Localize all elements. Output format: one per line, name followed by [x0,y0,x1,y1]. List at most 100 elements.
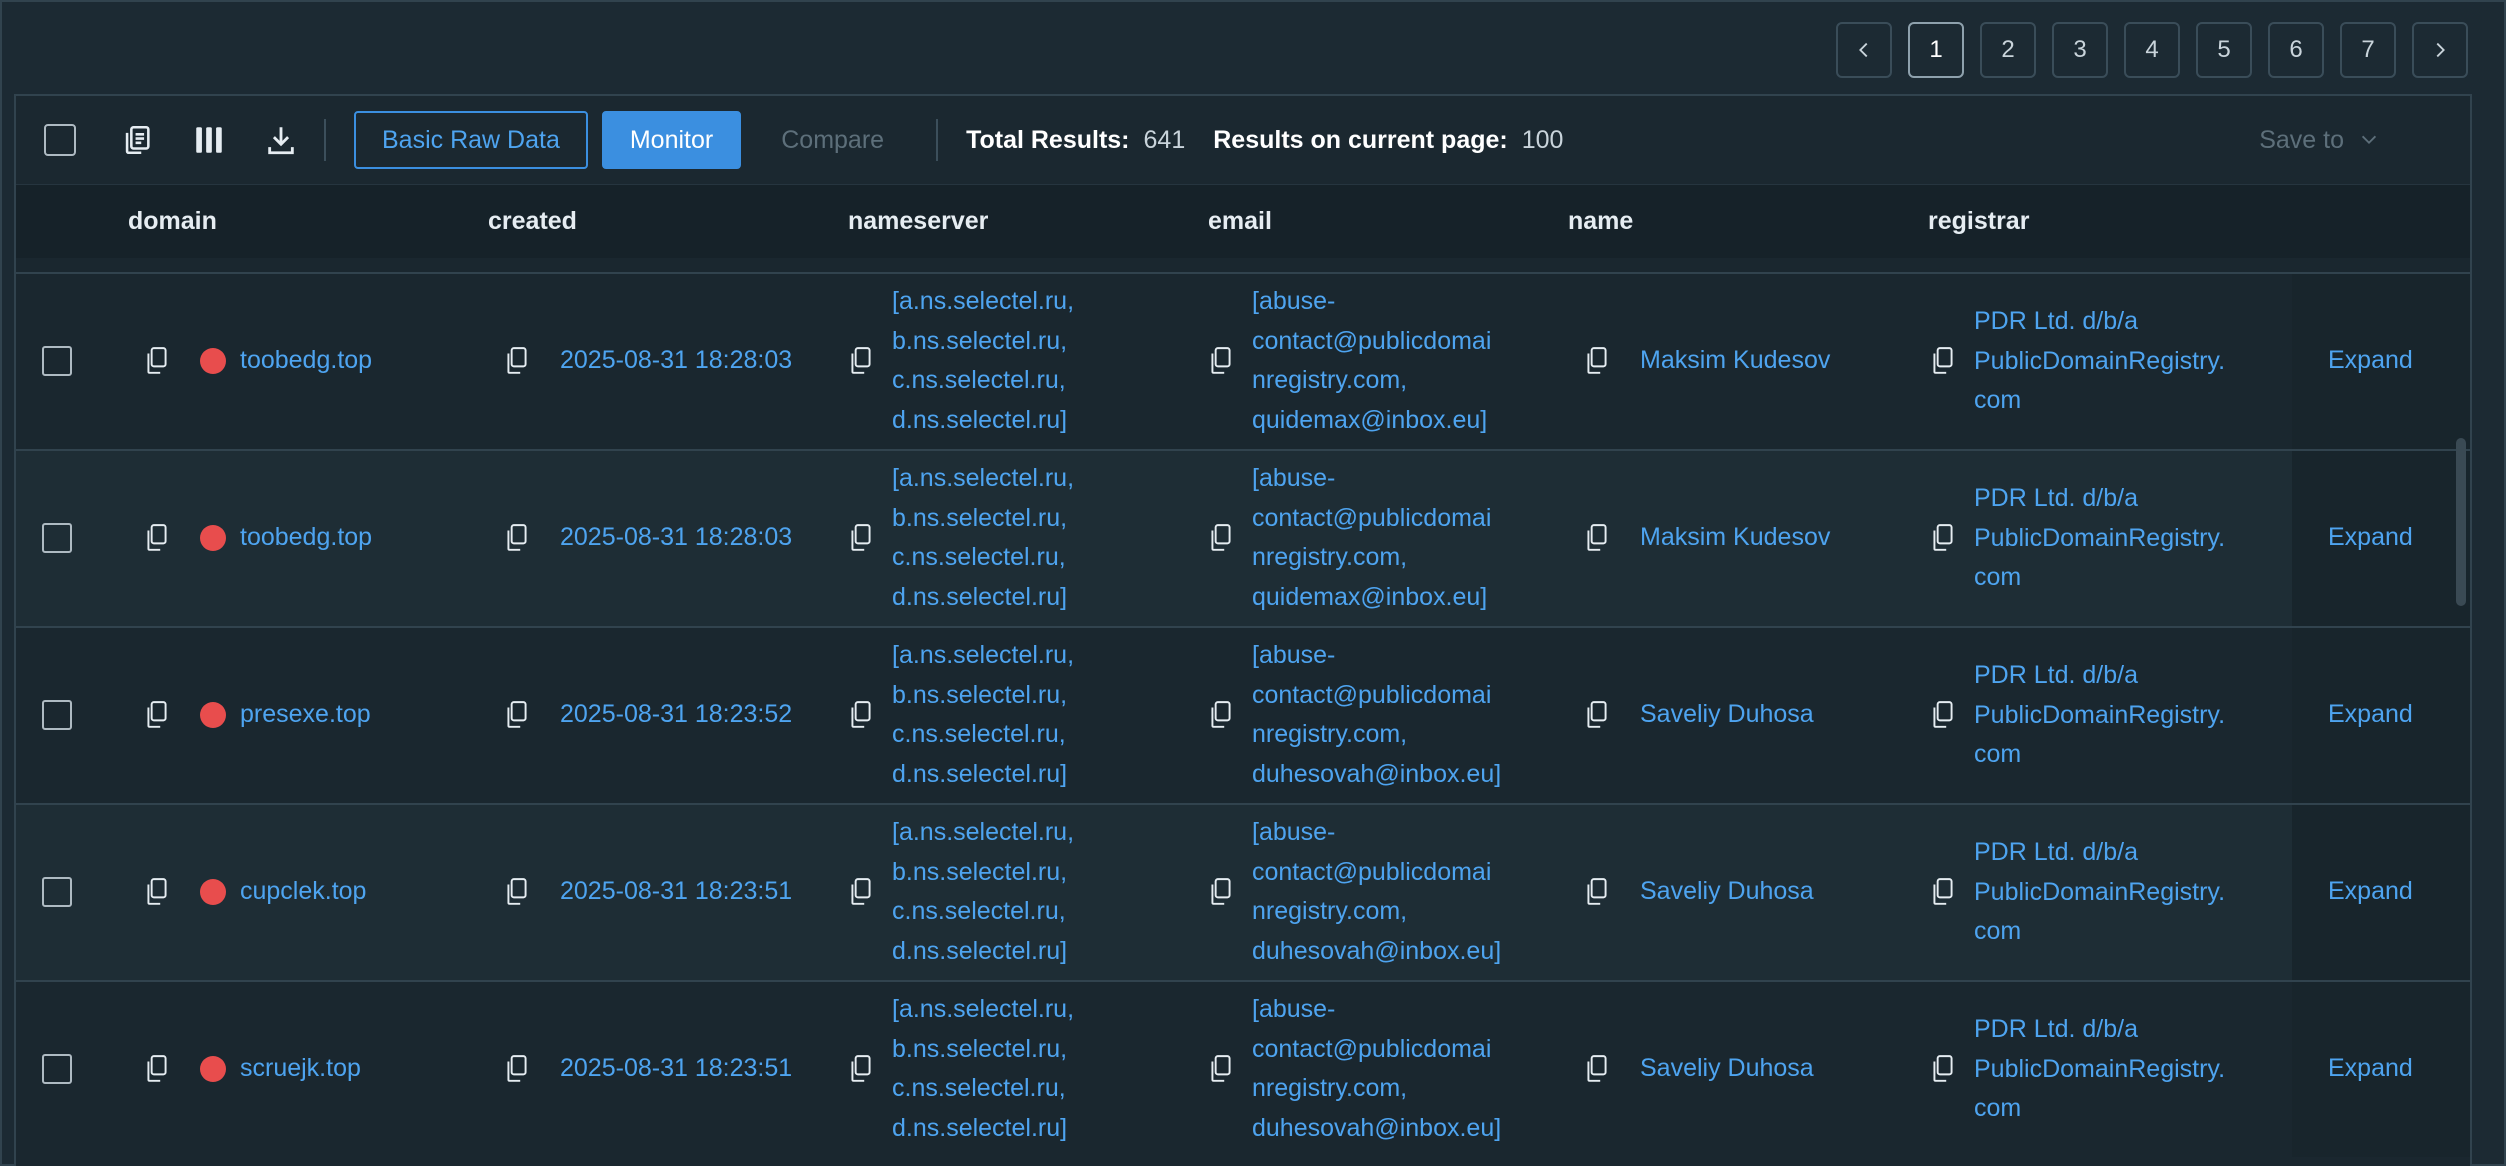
email-line: duhesovah@inbox.eu] [1252,936,1502,965]
page-button-2[interactable]: 2 [1980,22,2036,78]
nameserver-value[interactable]: [a.ns.selectel.ru, b.ns.selectel.ru, c.ns.… [892,282,1074,440]
compare-button[interactable]: Compare [755,111,910,169]
domain-link[interactable]: toobedg.top [240,341,372,381]
copy-registrar-button[interactable] [1930,346,1956,376]
name-value[interactable]: Saveliy Duhosa [1640,872,1814,912]
registrar-line: com [1974,1094,2022,1122]
page-button-4[interactable]: 4 [2124,22,2180,78]
copy-domain-button[interactable] [144,523,170,553]
domain-link[interactable]: scruejk.top [240,1049,361,1089]
name-value[interactable]: Maksim Kudesov [1640,518,1830,558]
created-value[interactable]: 2025-08-31 18:23:52 [560,695,792,735]
vertical-scrollbar[interactable] [2454,272,2466,1166]
copy-email-button[interactable] [1208,700,1234,730]
copy-name-button[interactable] [1584,877,1610,907]
scrollbar-thumb[interactable] [2456,438,2466,606]
column-header-registrar[interactable]: registrar [1928,207,2029,236]
registrar-line: com [1974,386,2022,414]
copy-nameserver-button[interactable] [848,877,874,907]
copy-domain-button[interactable] [144,700,170,730]
copy-domain-button[interactable] [144,1054,170,1084]
select-all-checkbox[interactable] [44,124,76,156]
row-checkbox[interactable] [42,700,72,730]
copy-registrar-button[interactable] [1930,877,1956,907]
copy-nameserver-button[interactable] [848,700,874,730]
page-button-6[interactable]: 6 [2268,22,2324,78]
copy-registrar-button[interactable] [1930,523,1956,553]
email-value[interactable]: [abuse-contact@publicdomai nregistry.com,… [1252,813,1501,971]
email-line: quidemax@inbox.eu] [1252,405,1488,434]
registrar-value[interactable]: PDR Ltd. d/b/a PublicDomainRegistry. com [1974,656,2225,775]
registrar-value[interactable]: PDR Ltd. d/b/a PublicDomainRegistry. com [1974,302,2225,421]
copy-nameserver-button[interactable] [848,346,874,376]
save-to-dropdown[interactable]: Save to [2259,96,2380,184]
email-value[interactable]: [abuse-contact@publicdomai nregistry.com,… [1252,636,1501,794]
expand-button[interactable]: Expand [2328,518,2413,558]
column-header-email[interactable]: email [1208,207,1272,236]
registrar-value[interactable]: PDR Ltd. d/b/a PublicDomainRegistry. com [1974,833,2225,952]
copy-email-button[interactable] [1208,523,1234,553]
download-button[interactable] [264,123,298,157]
copy-created-button[interactable] [504,700,530,730]
domain-link[interactable]: toobedg.top [240,518,372,558]
row-checkbox[interactable] [42,346,72,376]
nameserver-value[interactable]: [a.ns.selectel.ru, b.ns.selectel.ru, c.ns.… [892,990,1074,1148]
copy-registrar-button[interactable] [1930,1054,1956,1084]
registrar-value[interactable]: PDR Ltd. d/b/a PublicDomainRegistry. com [1974,479,2225,598]
copy-created-button[interactable] [504,1054,530,1084]
expand-button[interactable]: Expand [2328,1049,2413,1089]
column-header-name[interactable]: name [1568,207,1633,236]
copy-created-button[interactable] [504,523,530,553]
created-value[interactable]: 2025-08-31 18:28:03 [560,518,792,558]
nameserver-value[interactable]: [a.ns.selectel.ru, b.ns.selectel.ru, c.ns.… [892,459,1074,617]
nameserver-value[interactable]: [a.ns.selectel.ru, b.ns.selectel.ru, c.ns.… [892,813,1074,971]
created-value[interactable]: 2025-08-31 18:28:03 [560,341,792,381]
registrar-value[interactable]: PDR Ltd. d/b/a PublicDomainRegistry. com [1974,1010,2225,1129]
row-checkbox[interactable] [42,1054,72,1084]
nameserver-value[interactable]: [a.ns.selectel.ru, b.ns.selectel.ru, c.ns.… [892,636,1074,794]
copy-all-button[interactable] [120,123,154,157]
copy-domain-button[interactable] [144,346,170,376]
domain-link[interactable]: cupclek.top [240,872,366,912]
nameserver-line: [a.ns.selectel.ru, [892,287,1075,315]
copy-created-button[interactable] [504,346,530,376]
column-header-domain[interactable]: domain [128,207,217,236]
email-value[interactable]: [abuse-contact@publicdomai nregistry.com,… [1252,459,1491,617]
copy-name-button[interactable] [1584,700,1610,730]
expand-button[interactable]: Expand [2328,695,2413,735]
created-value[interactable]: 2025-08-31 18:23:51 [560,872,792,912]
row-checkbox[interactable] [42,523,72,553]
copy-domain-button[interactable] [144,877,170,907]
copy-nameserver-button[interactable] [848,1054,874,1084]
copy-name-button[interactable] [1584,523,1610,553]
column-header-created[interactable]: created [488,207,577,236]
copy-email-button[interactable] [1208,1054,1234,1084]
name-value[interactable]: Saveliy Duhosa [1640,695,1814,735]
prev-page-button[interactable] [1836,22,1892,78]
column-header-nameserver[interactable]: nameserver [848,207,988,236]
copy-email-button[interactable] [1208,877,1234,907]
email-value[interactable]: [abuse-contact@publicdomai nregistry.com,… [1252,990,1501,1148]
page-button-5[interactable]: 5 [2196,22,2252,78]
copy-email-button[interactable] [1208,346,1234,376]
columns-button[interactable] [192,123,226,157]
page-button-7[interactable]: 7 [2340,22,2396,78]
copy-nameserver-button[interactable] [848,523,874,553]
row-checkbox[interactable] [42,877,72,907]
name-value[interactable]: Maksim Kudesov [1640,341,1830,381]
created-value[interactable]: 2025-08-31 18:23:51 [560,1049,792,1089]
basic-raw-data-button[interactable]: Basic Raw Data [354,111,588,169]
copy-name-button[interactable] [1584,346,1610,376]
page-button-3[interactable]: 3 [2052,22,2108,78]
copy-created-button[interactable] [504,877,530,907]
email-value[interactable]: [abuse-contact@publicdomai nregistry.com,… [1252,282,1491,440]
next-page-button[interactable] [2412,22,2468,78]
copy-name-button[interactable] [1584,1054,1610,1084]
expand-button[interactable]: Expand [2328,341,2413,381]
name-value[interactable]: Saveliy Duhosa [1640,1049,1814,1089]
expand-button[interactable]: Expand [2328,872,2413,912]
monitor-button[interactable]: Monitor [601,111,742,169]
page-button-1[interactable]: 1 [1908,22,1964,78]
copy-registrar-button[interactable] [1930,700,1956,730]
domain-link[interactable]: presexe.top [240,695,371,735]
